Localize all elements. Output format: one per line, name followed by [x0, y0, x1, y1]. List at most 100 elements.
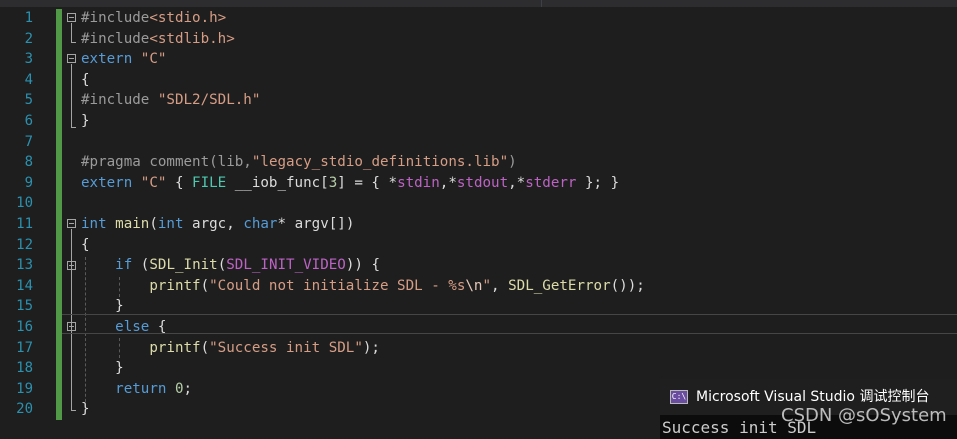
code-token: 0 — [174, 380, 184, 397]
code-token: "Could not initialize SDL - %s — [209, 277, 466, 294]
code-token: 3 — [328, 174, 338, 191]
code-line[interactable]: extern "C" { FILE __iob_func[3] = { *std… — [81, 173, 619, 193]
code-line[interactable]: printf("Success init SDL"); — [81, 338, 380, 358]
change-tracking-bar — [56, 9, 62, 420]
code-line[interactable]: } — [81, 358, 124, 378]
line-number: 7 — [24, 133, 33, 150]
line-number: 9 — [24, 174, 33, 191]
code-token: else — [115, 319, 150, 335]
code-line[interactable]: } — [81, 111, 90, 131]
fold-toggle-if-block[interactable] — [67, 261, 76, 270]
code-token: comment — [140, 154, 210, 171]
code-token: #include — [81, 92, 150, 109]
code-token: "C" — [140, 51, 167, 68]
code-token: } — [81, 113, 90, 129]
code-line[interactable]: #include "SDL2/SDL.h" — [81, 90, 260, 110]
code-token: { — [149, 319, 167, 335]
code-token: ] = { * — [337, 174, 398, 191]
code-editor[interactable]: 1 2 3 4 5 6 7 8 9 10 11 12 13 14 15 16 17 18 19 20 #include… — [0, 7, 957, 439]
code-token: ); — [362, 339, 380, 356]
code-line[interactable]: } — [81, 399, 90, 419]
line-number: 12 — [16, 236, 33, 253]
code-token: } — [81, 360, 124, 377]
code-line[interactable]: #include<stdlib.h> — [81, 29, 235, 49]
fold-toggle-includes[interactable] — [67, 13, 76, 22]
code-token: return — [115, 380, 167, 397]
code-token: ( — [217, 257, 227, 274]
fold-toggle-main[interactable] — [67, 219, 76, 228]
line-number: 6 — [24, 113, 33, 129]
code-token: SDL_INIT_VIDEO — [226, 257, 346, 274]
code-token: int — [81, 216, 107, 232]
code-token: stdin — [397, 174, 440, 191]
code-token: SDL_GetError — [508, 277, 611, 294]
line-number: 13 — [16, 257, 33, 274]
line-number: 1 — [24, 10, 33, 26]
fold-toggle-extern-block[interactable] — [67, 54, 76, 63]
code-line[interactable]: { — [81, 235, 90, 255]
code-token: #include — [81, 10, 150, 26]
code-token: ( — [149, 216, 158, 232]
code-token: } — [81, 401, 90, 418]
code-token: #include — [81, 30, 150, 47]
code-token: int — [157, 216, 184, 232]
code-line[interactable]: { — [81, 70, 90, 90]
code-line[interactable]: printf("Could not initialize SDL - %s\n"… — [81, 276, 645, 296]
code-token: } — [81, 298, 124, 315]
fold-end — [71, 127, 76, 128]
line-number: 5 — [24, 92, 33, 109]
line-number: 20 — [16, 401, 33, 418]
code-token: SDL_Init — [149, 257, 218, 274]
code-token: ) — [508, 154, 517, 171]
code-line[interactable]: extern "C" — [81, 49, 166, 69]
line-number-gutter: 1 2 3 4 5 6 7 8 9 10 11 12 13 14 15 16 17 18 19 20 — [0, 7, 60, 439]
code-token: "legacy_stdio_definitions.lib" — [251, 154, 509, 171]
fold-line — [71, 23, 72, 42]
code-token: ( — [132, 257, 150, 274]
code-token: "Success init SDL" — [209, 339, 363, 356]
code-line[interactable]: } — [81, 296, 124, 316]
code-token: printf — [149, 339, 201, 356]
code-token: argc, — [183, 216, 244, 232]
code-token: printf — [149, 277, 201, 294]
code-line[interactable]: #pragma comment(lib,"legacy_stdio_defini… — [81, 152, 517, 172]
code-token: \n — [465, 277, 483, 294]
watermark: CSDN @sOSystem — [781, 405, 947, 426]
fold-end — [71, 410, 76, 411]
code-line[interactable]: if (SDL_Init(SDL_INIT_VIDEO)) { — [81, 255, 380, 275]
code-token: ,* — [439, 174, 457, 191]
line-number: 11 — [16, 216, 33, 232]
current-line-highlight — [62, 314, 957, 334]
line-number: 10 — [16, 195, 33, 212]
code-line[interactable]: #include<stdio.h> — [81, 8, 226, 28]
code-token: <stdio.h> — [149, 10, 227, 26]
code-token: <stdlib.h> — [149, 30, 235, 47]
line-number: 8 — [24, 154, 33, 171]
code-token: "SDL2/SDL.h" — [157, 92, 261, 109]
code-token: (lib, — [209, 154, 252, 171]
line-number: 14 — [16, 277, 33, 294]
fold-line — [71, 64, 72, 127]
code-token: main — [115, 216, 150, 232]
fold-end — [71, 42, 76, 43]
code-line[interactable]: int main(int argc, char* argv[]) — [81, 214, 354, 234]
console-app-icon: C:\ — [670, 390, 688, 404]
code-line[interactable]: return 0; — [81, 379, 192, 399]
code-token: stdout — [456, 174, 509, 191]
code-line[interactable]: else { — [81, 317, 166, 337]
code-token: { — [81, 236, 90, 253]
code-token: "C" — [140, 174, 167, 191]
line-number: 19 — [16, 380, 33, 397]
line-number: 18 — [16, 360, 33, 377]
code-token: ()); — [610, 277, 645, 294]
line-number: 2 — [24, 30, 33, 47]
code-token: __iob_func[ — [226, 174, 329, 191]
